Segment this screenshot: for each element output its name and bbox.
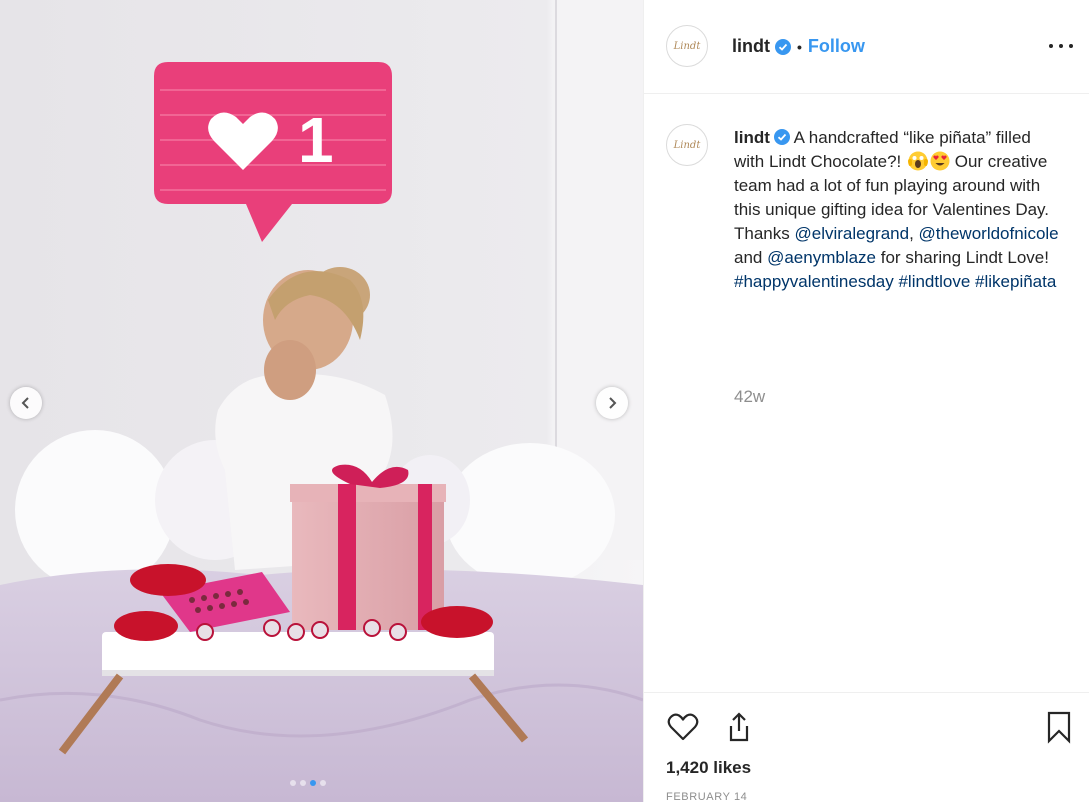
username-link[interactable]: lindt (732, 36, 770, 57)
post-date: FEBRUARY 14 (666, 791, 748, 803)
carousel-dot (300, 780, 306, 786)
mention-link[interactable]: @elviralegrand (794, 224, 909, 243)
header-separator: • (797, 38, 802, 55)
avatar[interactable]: Lindt (666, 25, 708, 67)
hashtag-link[interactable]: #likepiñata (975, 272, 1056, 291)
post-header: Lindt lindt • Follow (644, 0, 1089, 94)
caption-text: lindt A handcrafted “like piñata” filled… (734, 126, 1064, 294)
heart-icon[interactable] (666, 710, 700, 744)
carousel-prev-button[interactable] (10, 387, 42, 419)
post-photo[interactable]: 1 (0, 0, 643, 802)
carousel-next-button[interactable] (596, 387, 628, 419)
mention-link[interactable]: @aenymblaze (767, 248, 876, 267)
avatar-logo: Lindt (673, 40, 701, 52)
follow-button[interactable]: Follow (808, 36, 865, 57)
caption-area: Lindt lindt A handcrafted “like piñata” … (644, 94, 1089, 690)
verified-badge-icon (775, 38, 791, 55)
caption-avatar[interactable]: Lindt (666, 124, 708, 166)
caption-text-3: , (909, 224, 919, 243)
post-side-panel: Lindt lindt • Follow Lindt lindt A handc… (643, 0, 1089, 803)
verified-badge-icon (773, 129, 790, 145)
more-options-icon[interactable] (1049, 36, 1073, 56)
carousel-dot (290, 780, 296, 786)
carousel-dot (320, 780, 326, 786)
face-screaming-emoji (908, 151, 928, 171)
instagram-post: 1 Lindt lindt • Follow Lindt lindt A han… (0, 0, 1089, 803)
caption-username[interactable]: lindt (734, 128, 770, 147)
pinata-count: 1 (298, 104, 334, 176)
chevron-left-icon (21, 397, 29, 409)
like-count[interactable]: 1,420 likes (666, 758, 751, 778)
bookmark-icon[interactable] (1042, 710, 1076, 744)
heart-eyes-emoji (930, 151, 950, 171)
carousel-dot-active (310, 780, 316, 786)
gift-box (290, 464, 446, 630)
hashtag-link[interactable]: #lindtlove (898, 272, 970, 291)
caption-text-5: for sharing Lindt Love! (876, 248, 1049, 267)
post-age[interactable]: 42w (734, 387, 765, 407)
mention-link[interactable]: @theworldofnicole (919, 224, 1059, 243)
caption-text-4: and (734, 248, 768, 267)
photo-scene: 1 (0, 0, 643, 802)
carousel-indicator (290, 780, 326, 786)
share-icon[interactable] (720, 710, 754, 744)
post-actions: 1,420 likes FEBRUARY 14 (644, 692, 1089, 803)
avatar-logo: Lindt (673, 139, 701, 151)
hashtag-link[interactable]: #happyvalentinesday (734, 272, 894, 291)
chevron-right-icon (609, 397, 617, 409)
